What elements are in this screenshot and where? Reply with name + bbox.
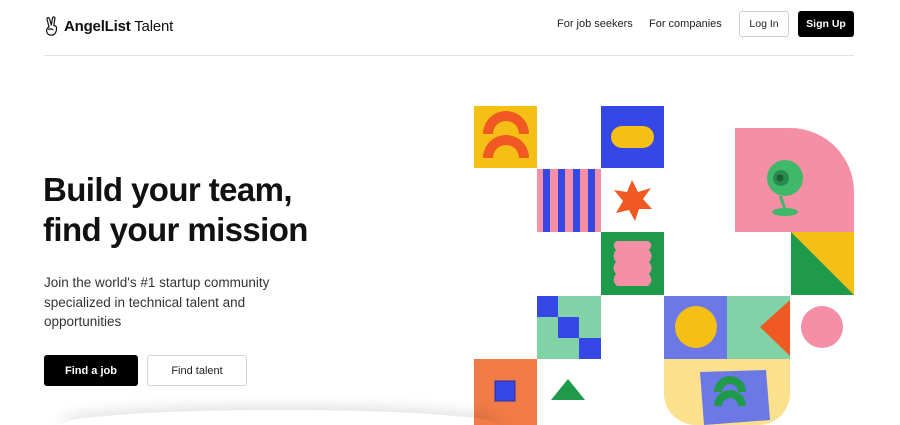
- webcam-tile: [735, 128, 854, 232]
- diagonal-tile: [791, 232, 854, 295]
- hero-title-line2: find your mission: [43, 211, 308, 248]
- logo-product: Talent: [134, 17, 174, 35]
- circle-tile: [664, 296, 727, 359]
- hero-illustration: [474, 106, 854, 425]
- green-triangle: [551, 379, 585, 400]
- victory-hand-icon: [46, 16, 58, 36]
- hero-subtitle: Join the world's #1 startup community sp…: [44, 275, 270, 329]
- hero-title: Build your team, find your mission: [43, 170, 308, 250]
- laptop-tile: [663, 359, 791, 425]
- checker-tile: [537, 296, 601, 359]
- top-nav: AngelList Talent For job seekers For com…: [44, 0, 854, 56]
- logo-brand: AngelList: [64, 17, 131, 35]
- find-job-button[interactable]: Find a job: [44, 355, 138, 386]
- nav-for-job-seekers[interactable]: For job seekers: [557, 18, 633, 30]
- pill-tile: [601, 106, 664, 168]
- wave-tile: [601, 232, 664, 295]
- stripes-tile: [537, 169, 601, 232]
- signup-button[interactable]: Sign Up: [798, 11, 854, 37]
- logo[interactable]: AngelList Talent: [44, 16, 173, 36]
- content-card-shadow: [60, 410, 500, 425]
- hero-title-line1: Build your team,: [43, 171, 293, 208]
- arch-tile: [474, 106, 537, 168]
- star-shape: [614, 180, 652, 221]
- find-talent-button[interactable]: Find talent: [147, 355, 247, 386]
- login-button[interactable]: Log In: [739, 11, 789, 37]
- square-tile: [474, 359, 537, 425]
- nav-for-companies[interactable]: For companies: [649, 18, 722, 30]
- pink-dot: [801, 306, 843, 348]
- triangle-tile: [727, 296, 790, 359]
